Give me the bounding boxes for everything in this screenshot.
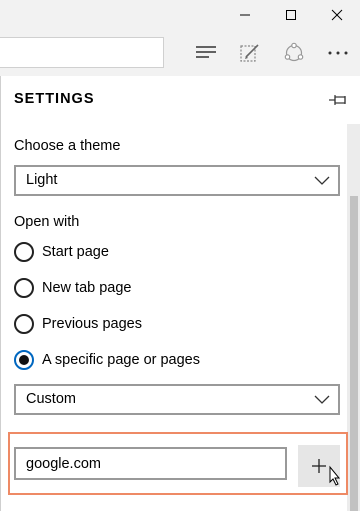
radio-start-page[interactable]	[14, 242, 34, 262]
maximize-button[interactable]	[268, 0, 314, 30]
minimize-icon	[240, 14, 250, 16]
theme-label: Choose a theme	[14, 138, 121, 154]
close-button[interactable]	[314, 0, 360, 30]
settings-panel: SETTINGS Choose a theme Light Open with …	[0, 76, 360, 511]
pin-icon	[329, 95, 346, 105]
open-with-label: Open with	[14, 214, 80, 230]
radio-start-page-label[interactable]: Start page	[42, 244, 109, 260]
hub-icon	[196, 46, 216, 58]
theme-select-value: Light	[26, 172, 58, 188]
chevron-down-icon	[314, 395, 330, 404]
web-note-button[interactable]	[228, 36, 272, 70]
radio-new-tab-page-label[interactable]: New tab page	[42, 280, 131, 296]
theme-select[interactable]: Light	[14, 165, 340, 196]
address-bar[interactable]	[0, 37, 164, 68]
url-input[interactable]	[14, 447, 287, 480]
browser-toolbar	[0, 30, 360, 76]
share-button[interactable]	[272, 36, 316, 70]
radio-previous-pages-label[interactable]: Previous pages	[42, 316, 142, 332]
scroll-thumb[interactable]	[350, 196, 358, 511]
maximize-icon	[286, 10, 296, 20]
mouse-cursor-icon	[329, 465, 341, 486]
pin-button[interactable]	[327, 92, 349, 108]
radio-specific-pages[interactable]	[14, 350, 34, 370]
minimize-button[interactable]	[222, 0, 268, 30]
web-note-icon	[240, 44, 259, 62]
plus-icon	[312, 459, 326, 473]
close-icon	[331, 9, 343, 21]
page-select[interactable]: Custom	[14, 384, 340, 415]
settings-title: SETTINGS	[14, 91, 95, 107]
radio-previous-pages[interactable]	[14, 314, 34, 334]
hub-button[interactable]	[184, 36, 228, 70]
scrollbar[interactable]	[347, 124, 360, 511]
share-icon	[284, 42, 304, 62]
page-select-value: Custom	[26, 391, 76, 407]
title-bar	[0, 0, 360, 30]
radio-new-tab-page[interactable]	[14, 278, 34, 298]
chevron-down-icon	[314, 176, 330, 185]
more-icon	[328, 51, 348, 55]
more-button[interactable]	[316, 36, 360, 70]
radio-specific-pages-label[interactable]: A specific page or pages	[42, 352, 200, 368]
